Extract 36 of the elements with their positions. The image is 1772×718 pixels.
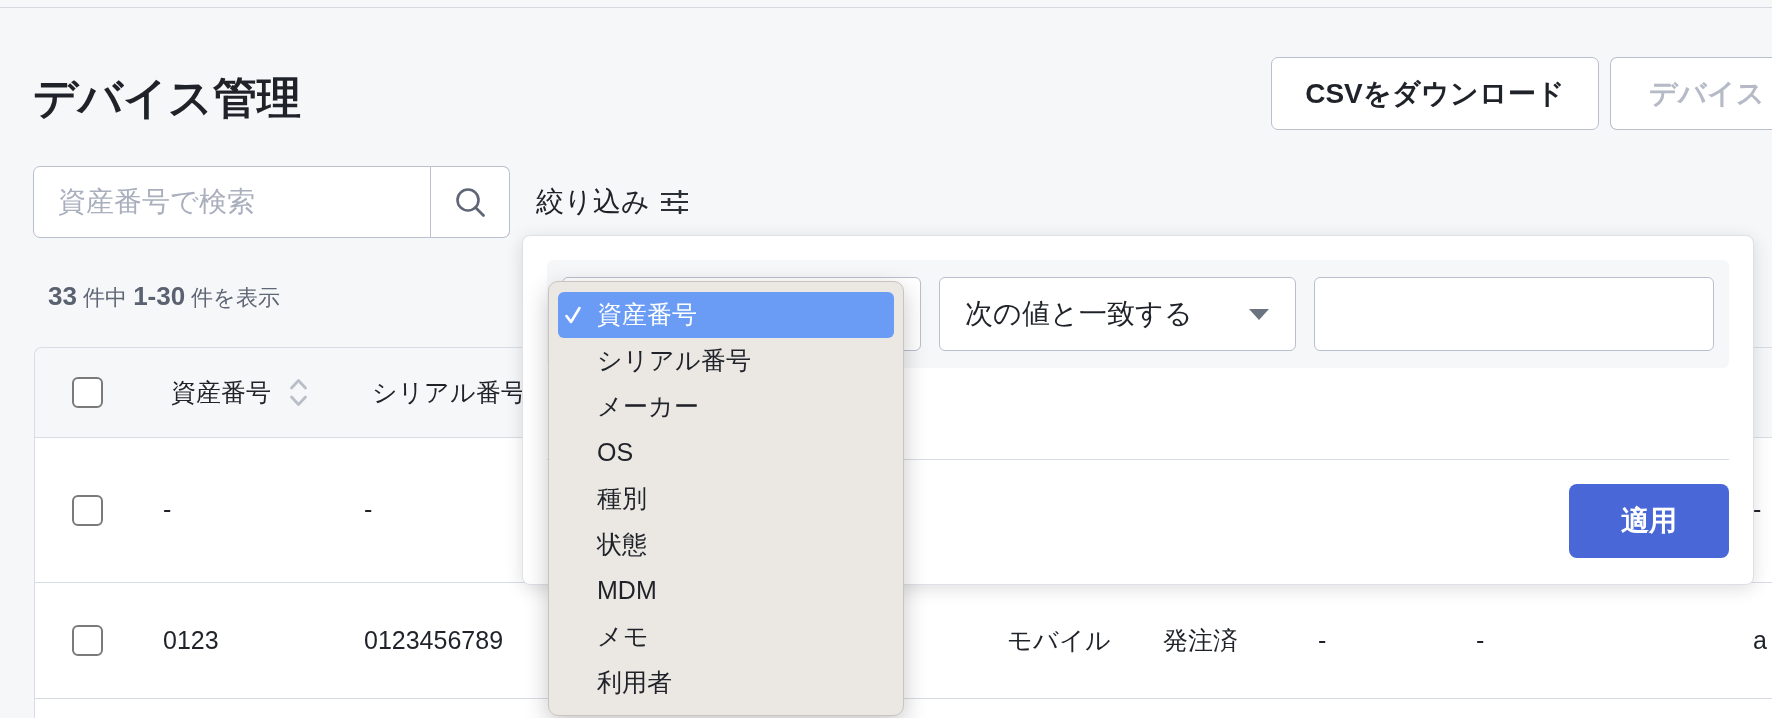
dropdown-option[interactable]: 利用者 [558,660,894,706]
apply-button[interactable]: 適用 [1569,484,1729,558]
value-input[interactable] [1314,277,1714,351]
dropdown-option[interactable]: OS [558,430,894,476]
checkbox[interactable] [72,625,103,656]
table-cell-text: 0123 [163,624,219,656]
table-cell-text: 0123456789 [364,624,504,656]
checkbox[interactable] [72,377,103,408]
dropdown-option[interactable]: メーカー [558,384,894,430]
table-cell-text: a [1753,624,1767,656]
table-cell-text: - [1753,494,1762,526]
check-icon [565,306,581,324]
table-cell-text: - [364,494,373,526]
result-count: 33 件中 1-30 件を表示 [48,281,281,311]
dropdown-option[interactable]: 種別 [558,476,894,522]
column-header: シリアル番号 [372,376,526,408]
action-button[interactable]: CSVをダウンロード [1271,57,1599,130]
checkbox[interactable] [72,494,103,526]
table-cell-text: 発注済 [1163,624,1238,656]
column-header: 資産番号 [171,376,271,408]
page-title: デバイス管理 [33,72,302,120]
caret-icon [1249,308,1269,320]
table-cell-text: - [1476,624,1485,656]
search-field[interactable]: 資産番号で検索 [33,166,431,238]
dropdown-option[interactable]: シリアル番号 [558,338,894,384]
filter-toggle[interactable]: 絞り込み [536,181,688,223]
table-cell-text: - [163,494,172,526]
table-cell-text: モバイル [1007,624,1111,656]
operator-select[interactable]: 次の値と一致する [939,277,1296,351]
sliders-icon [661,190,688,214]
dropdown-option[interactable]: 状態 [558,522,894,568]
search-icon [454,186,486,218]
dropdown-option[interactable]: MDM [558,568,894,614]
table-cell-text: - [1318,624,1327,656]
dropdown-option[interactable]: メモ [558,614,894,660]
search-button[interactable] [431,166,510,238]
